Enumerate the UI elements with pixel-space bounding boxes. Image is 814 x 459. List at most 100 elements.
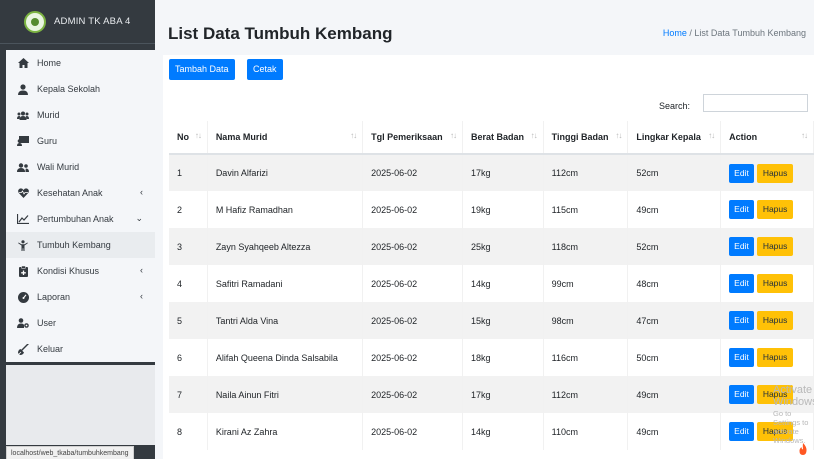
user-friends-icon <box>17 161 29 173</box>
cell-berat-badan: 15kg <box>462 302 544 339</box>
chalkboard-teacher-icon <box>17 135 29 147</box>
sidebar-item-laporan[interactable]: Laporan ‹ <box>6 284 155 310</box>
watermark-title: Activate Windows <box>773 384 814 408</box>
watermark-subtitle: Go to Settings to activate Windows. <box>773 409 809 445</box>
edit-button[interactable]: Edit <box>729 348 754 367</box>
table-row: 5 Tantri Alda Vina 2025-06-02 15kg 98cm … <box>169 302 814 339</box>
cell-tinggi-badan: 112cm <box>543 376 629 413</box>
sort-icon: ↑↓ <box>350 131 357 140</box>
brand-link[interactable]: ADMIN TK ABA 4 <box>0 0 155 44</box>
column-header-berat-badan[interactable]: Berat Badan ↑↓ <box>462 121 544 155</box>
table-header-row: No ↑↓ Nama Murid ↑↓ Tgl Pemeriksaan ↑↓ Bera… <box>169 121 814 155</box>
cell-tgl-pemeriksaan: 2025-06-02 <box>362 376 463 413</box>
edit-button[interactable]: Edit <box>729 163 754 183</box>
table-row: 2 M Hafiz Ramadhan 2025-06-02 19kg 115cm… <box>169 191 814 228</box>
sort-icon: ↑↓ <box>194 131 202 140</box>
sort-icon: ↑↓ <box>708 131 715 140</box>
column-header-tinggi-badan[interactable]: Tinggi Badan ↑↓ <box>543 121 629 155</box>
sidebar-item-guru[interactable]: Guru <box>6 128 155 154</box>
search-input[interactable] <box>703 94 808 112</box>
column-header-action[interactable]: Action ↑↓ <box>720 121 814 155</box>
cell-nama-murid: M Hafiz Ramadhan <box>207 191 364 228</box>
sidebar-item-label: Keluar <box>37 344 64 354</box>
hapus-button[interactable]: Hapus <box>756 274 794 293</box>
sidebar-item-label: Kesehatan Anak <box>37 188 103 198</box>
table-row: 8 Kirani Az Zahra 2025-06-02 14kg 110cm … <box>169 413 814 450</box>
heartbeat-icon <box>17 187 29 199</box>
activate-windows-watermark: Activate Windows Go to Settings to activ… <box>773 384 814 445</box>
chevron-left-icon: ‹ <box>140 265 143 275</box>
cell-tgl-pemeriksaan: 2025-06-02 <box>362 228 463 265</box>
cetak-button[interactable]: Cetak <box>247 59 283 80</box>
cell-tgl-pemeriksaan: 2025-06-02 <box>362 302 463 339</box>
cell-berat-badan: 25kg <box>462 228 544 265</box>
notes-medical-icon <box>17 265 29 277</box>
hapus-button[interactable]: Hapus <box>756 200 794 219</box>
sidebar-item-keluar[interactable]: Keluar <box>6 336 155 362</box>
sidebar-item-label: Murid <box>37 110 60 120</box>
column-header-lingkar-kepala[interactable]: Lingkar Kepala ↑↓ <box>627 121 722 155</box>
sidebar-menu: Home Kepala Sekolah Murid Guru Wali Muri… <box>6 50 155 362</box>
edit-button[interactable]: Edit <box>729 274 754 293</box>
table-row: 7 Naila Ainun Fitri 2025-06-02 17kg 112c… <box>169 376 814 413</box>
cell-tgl-pemeriksaan: 2025-06-02 <box>362 154 463 191</box>
breadcrumb: Home / List Data Tumbuh Kembang <box>663 28 806 38</box>
sidebar-item-wali-murid[interactable]: Wali Murid <box>6 154 155 180</box>
cell-no: 8 <box>169 413 208 450</box>
edit-button[interactable]: Edit <box>729 311 754 330</box>
cell-berat-badan: 14kg <box>462 265 544 302</box>
cell-tinggi-badan: 112cm <box>543 154 629 191</box>
cell-tinggi-badan: 115cm <box>543 191 629 228</box>
cell-nama-murid: Naila Ainun Fitri <box>207 376 364 413</box>
chevron-left-icon: ‹ <box>140 291 143 301</box>
users-icon <box>17 109 29 121</box>
brand-title: ADMIN TK ABA 4 <box>54 16 131 27</box>
sidebar-item-label: Kepala Sekolah <box>37 84 101 94</box>
cell-lingkar-kepala: 49cm <box>627 376 722 413</box>
sidebar-item-kesehatan-anak[interactable]: Kesehatan Anak ‹ <box>6 180 155 206</box>
hapus-button[interactable]: Hapus <box>756 237 794 256</box>
cell-berat-badan: 17kg <box>462 154 544 191</box>
tambah-data-button[interactable]: Tambah Data <box>169 59 235 80</box>
hapus-button[interactable]: Hapus <box>756 311 794 330</box>
column-header-no[interactable]: No ↑↓ <box>169 121 208 155</box>
cell-action: Edit Hapus <box>720 191 814 228</box>
table-row: 3 Zayn Syahqeeb Altezza 2025-06-02 25kg … <box>169 228 814 265</box>
breadcrumb-home-link[interactable]: Home <box>663 28 687 38</box>
table-row: 6 Alifah Queena Dinda Salsabila 2025-06-… <box>169 339 814 376</box>
chevron-down-icon: ⌄ <box>135 213 143 223</box>
chevron-left-icon: ‹ <box>140 187 143 197</box>
cell-nama-murid: Safitri Ramadani <box>207 265 364 302</box>
sidebar-item-tumbuh-kembang[interactable]: Tumbuh Kembang <box>6 232 155 258</box>
sort-icon: ↑↓ <box>530 131 538 140</box>
fire-icon[interactable] <box>798 443 808 455</box>
table-row: 4 Safitri Ramadani 2025-06-02 14kg 99cm … <box>169 265 814 302</box>
cell-action: Edit Hapus <box>720 228 814 265</box>
edit-button[interactable]: Edit <box>729 237 754 256</box>
hapus-button[interactable]: Hapus <box>756 163 794 183</box>
cell-lingkar-kepala: 50cm <box>627 339 722 376</box>
sidebar-item-pertumbuhan-anak[interactable]: Pertumbuhan Anak ⌄ <box>6 206 155 232</box>
sidebar-item-kondisi-khusus[interactable]: Kondisi Khusus ‹ <box>6 258 155 284</box>
breadcrumb-current: List Data Tumbuh Kembang <box>694 28 806 38</box>
cell-berat-badan: 14kg <box>462 413 544 450</box>
column-header-nama-murid[interactable]: Nama Murid ↑↓ <box>207 121 364 155</box>
content-wrapper: List Data Tumbuh Kembang Home / List Dat… <box>155 0 814 459</box>
edit-button[interactable]: Edit <box>729 385 754 404</box>
hapus-button[interactable]: Hapus <box>756 348 794 367</box>
sidebar-item-kepala-sekolah[interactable]: Kepala Sekolah <box>6 76 155 102</box>
sidebar-item-murid[interactable]: Murid <box>6 102 155 128</box>
cell-berat-badan: 18kg <box>462 339 544 376</box>
tachometer-icon <box>17 291 29 303</box>
sidebar-item-home[interactable]: Home <box>6 50 155 76</box>
column-header-tgl-pemeriksaan[interactable]: Tgl Pemeriksaan ↑↓ <box>362 121 463 155</box>
edit-button[interactable]: Edit <box>729 200 754 219</box>
sidebar-item-user[interactable]: User <box>6 310 155 336</box>
sidebar-item-label: Guru <box>37 136 58 146</box>
search-label: Search: <box>659 101 691 111</box>
cell-action: Edit Hapus <box>720 302 814 339</box>
cell-nama-murid: Davin Alfarizi <box>207 154 364 191</box>
edit-button[interactable]: Edit <box>729 422 754 441</box>
sort-icon: ↑↓ <box>615 131 622 140</box>
cell-no: 7 <box>169 376 208 413</box>
